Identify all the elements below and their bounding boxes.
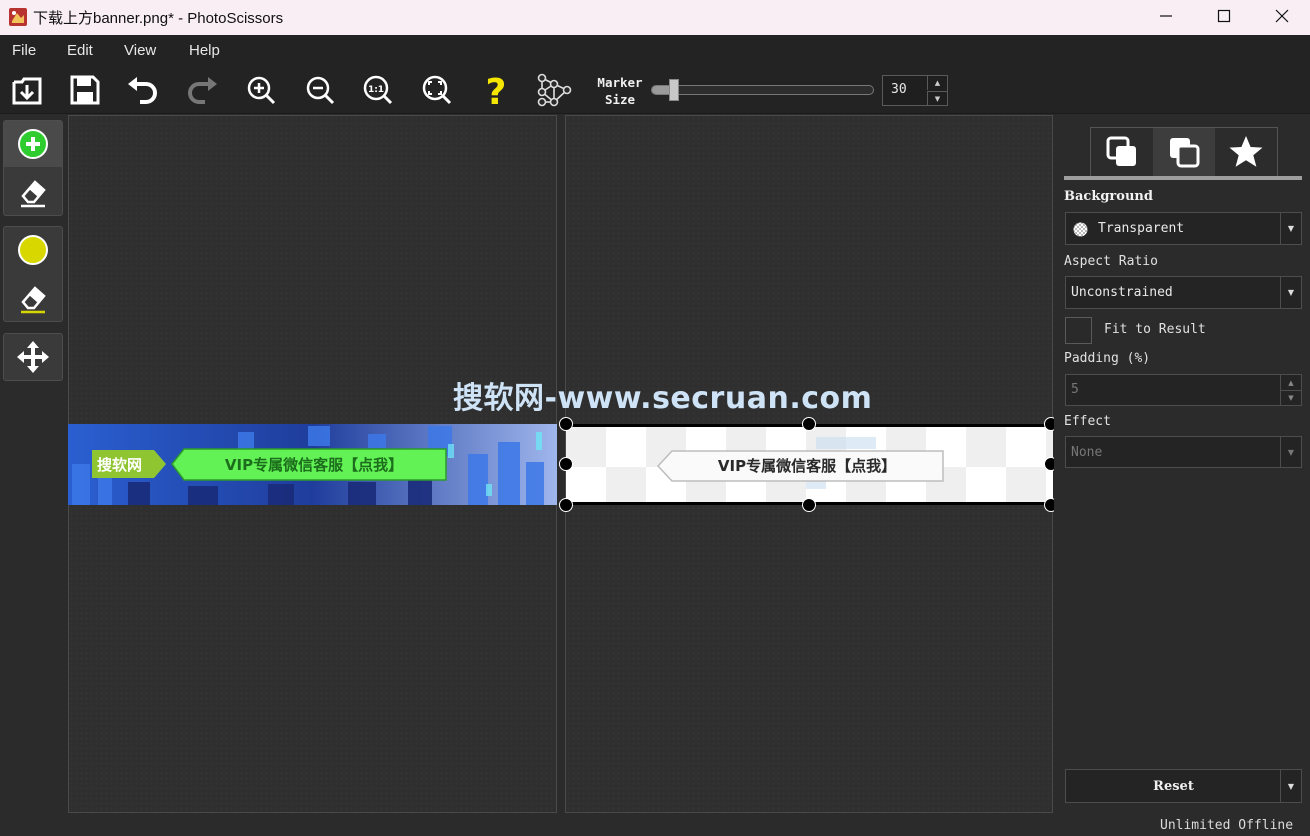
toolbar: 1:1 ? Marker Size: [0, 66, 1310, 114]
source-button-text: VIP专属微信客服【点我】: [225, 456, 403, 474]
aspect-ratio-label: Aspect Ratio: [1064, 254, 1158, 269]
chevron-down-icon[interactable]: ▼: [1280, 437, 1301, 467]
reset-button[interactable]: Reset ▼: [1065, 769, 1302, 803]
app-icon: [8, 7, 28, 27]
background-tab-icon[interactable]: [1091, 128, 1153, 176]
marker-size-slider[interactable]: [651, 85, 874, 95]
panel-tabs: [1090, 127, 1278, 177]
padding-value[interactable]: 5: [1071, 382, 1079, 397]
undo-icon[interactable]: [123, 70, 163, 110]
marker-size-value[interactable]: 30: [891, 82, 907, 97]
chevron-down-icon[interactable]: ▼: [1280, 770, 1301, 802]
svg-text:?: ?: [486, 72, 507, 108]
source-banner-image[interactable]: 搜软网 VIP专属微信客服【点我】: [68, 424, 557, 505]
chevron-down-icon[interactable]: ▼: [1280, 213, 1301, 244]
resize-handle-left[interactable]: [559, 457, 573, 471]
transparent-swatch-icon: [1073, 222, 1088, 237]
svg-text:1:1: 1:1: [368, 85, 384, 95]
redo-icon[interactable]: [182, 70, 222, 110]
background-marker-icon[interactable]: [4, 227, 62, 273]
background-tool-group: [3, 226, 63, 322]
watermark: 搜软网-www.secruan.com: [453, 381, 873, 416]
fit-to-result-label[interactable]: Fit to Result: [1104, 322, 1206, 337]
marker-size-slider-thumb[interactable]: [669, 79, 679, 101]
move-icon[interactable]: [4, 334, 62, 380]
menu-view[interactable]: View: [124, 42, 156, 59]
resize-handle-top-left[interactable]: [559, 417, 573, 431]
menu-bar: File Edit View Help: [0, 35, 1310, 66]
marker-size-label: Marker Size: [597, 75, 643, 107]
spin-up-icon[interactable]: ▲: [1280, 375, 1301, 390]
background-value: Transparent: [1098, 221, 1185, 236]
resize-handle-bottom-left[interactable]: [559, 498, 573, 512]
foreground-tool-group: [3, 120, 63, 216]
zoom-in-icon[interactable]: [241, 70, 281, 110]
license-status: Unlimited Offline: [1160, 818, 1294, 833]
source-logo-text: 搜软网: [97, 456, 142, 474]
maximize-icon[interactable]: [1195, 0, 1253, 32]
zoom-out-icon[interactable]: [300, 70, 340, 110]
close-icon[interactable]: [1253, 0, 1310, 32]
network-icon[interactable]: [534, 70, 574, 110]
effect-dropdown[interactable]: None ▼: [1065, 436, 1302, 468]
foreground-marker-icon[interactable]: [4, 121, 62, 167]
result-button-text: VIP专属微信客服【点我】: [718, 457, 896, 475]
menu-help[interactable]: Help: [189, 42, 220, 59]
fit-to-result-checkbox[interactable]: [1065, 317, 1092, 344]
zoom-actual-icon[interactable]: 1:1: [358, 70, 398, 110]
chevron-down-icon[interactable]: ▼: [1280, 277, 1301, 308]
window-title: 下载上方banner.png* - PhotoScissors: [33, 10, 284, 27]
move-tool-group: [3, 333, 63, 381]
title-bar: 下载上方banner.png* - PhotoScissors: [0, 0, 1310, 35]
help-icon[interactable]: ?: [476, 70, 516, 110]
open-icon[interactable]: [7, 70, 47, 110]
minimize-icon[interactable]: [1137, 0, 1195, 32]
effect-value: None: [1071, 445, 1103, 460]
spin-down-icon[interactable]: ▼: [927, 91, 947, 105]
spin-down-icon[interactable]: ▼: [1280, 390, 1301, 405]
reset-label: Reset: [1153, 779, 1194, 794]
foreground-tab-icon[interactable]: [1153, 128, 1215, 176]
effects-tab-icon[interactable]: [1215, 128, 1277, 176]
tabs-underline: [1064, 176, 1302, 180]
result-banner-image[interactable]: VIP专属微信客服【点我】: [566, 424, 1053, 505]
resize-handle-bottom[interactable]: [802, 498, 816, 512]
padding-spinbox[interactable]: 5 ▲ ▼: [1065, 374, 1302, 406]
aspect-ratio-value: Unconstrained: [1071, 285, 1173, 300]
marker-size-spinbox[interactable]: 30 ▲ ▼: [882, 75, 948, 106]
aspect-ratio-dropdown[interactable]: Unconstrained ▼: [1065, 276, 1302, 309]
menu-edit[interactable]: Edit: [67, 42, 93, 59]
zoom-fit-icon[interactable]: [417, 70, 457, 110]
resize-handle-top[interactable]: [802, 417, 816, 431]
foreground-eraser-icon[interactable]: [4, 169, 62, 215]
menu-file[interactable]: File: [12, 42, 36, 59]
padding-label: Padding (%): [1064, 351, 1151, 366]
effect-label: Effect: [1064, 414, 1111, 429]
background-label: Background: [1064, 189, 1153, 204]
background-dropdown[interactable]: Transparent ▼: [1065, 212, 1302, 245]
background-eraser-icon[interactable]: [4, 275, 62, 321]
spin-up-icon[interactable]: ▲: [927, 76, 947, 90]
save-icon[interactable]: [65, 70, 105, 110]
